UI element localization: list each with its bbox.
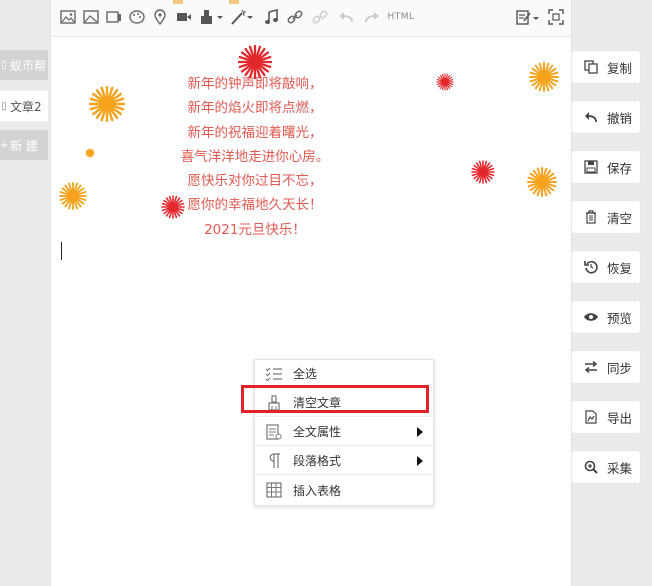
poem-line: 愿你的幸福地久天长！ (187, 197, 323, 214)
firework-icon (527, 167, 557, 197)
firework-icon (89, 86, 125, 122)
plus-icon: + (0, 139, 9, 151)
table-icon (264, 481, 284, 499)
export-label: 导出 (607, 410, 633, 426)
html-label: HTML (387, 12, 415, 22)
collect-button[interactable]: 采集 (572, 451, 640, 483)
clear-button[interactable]: 清空 (572, 201, 640, 233)
toolbar-tab-marker (173, 0, 183, 4)
copy-icon (583, 59, 599, 75)
poem-line: 新年的祝福迎着曙光， (187, 124, 323, 141)
music-icon[interactable] (263, 8, 279, 26)
poem-line: 2021元旦快乐！ (204, 221, 306, 238)
redo-icon[interactable] (363, 8, 381, 26)
submenu-arrow-icon (417, 427, 423, 437)
context-menu: 全选 清空文章 全文属性 段落格式 插入表格 (254, 359, 434, 506)
firework-icon (471, 160, 495, 184)
copy-button[interactable]: 复制 (572, 51, 640, 83)
magic-wand-icon[interactable] (229, 8, 255, 26)
firework-icon (529, 62, 559, 92)
left-tab-label: 新 建 (10, 138, 38, 153)
menu-item-document-properties[interactable]: 全文属性 (255, 418, 433, 446)
document-properties-icon (264, 423, 284, 441)
left-tab-label: 文章2 (10, 99, 42, 114)
undo-label: 撤销 (607, 110, 633, 126)
save-icon (583, 159, 599, 175)
undo-icon[interactable] (337, 8, 355, 26)
export-button[interactable]: 导出 (572, 401, 640, 433)
left-tab-label: 蚁币帮 (10, 58, 47, 73)
left-tab-yibibang[interactable]: ▯ 蚁币帮 (0, 50, 48, 80)
restore-button[interactable]: 恢复 (572, 251, 640, 283)
paragraph-icon (264, 452, 284, 470)
preview-label: 预览 (607, 310, 633, 326)
poem-line: 愿快乐对你过目不忘， (187, 173, 323, 190)
menu-item-paragraph-format[interactable]: 段落格式 (255, 447, 433, 475)
menu-item-select-all[interactable]: 全选 (255, 360, 433, 388)
eye-icon (583, 309, 599, 325)
toolbar-tab-marker (229, 0, 239, 4)
save-label: 保存 (607, 160, 633, 176)
sync-button[interactable]: 同步 (572, 351, 640, 383)
doc-icon: ▯ (1, 59, 7, 71)
fullscreen-icon[interactable] (547, 8, 565, 26)
trash-icon (583, 209, 599, 225)
firework-icon (85, 148, 95, 158)
video-icon[interactable] (175, 8, 193, 26)
select-all-icon (264, 365, 284, 383)
menu-item-label: 插入表格 (293, 483, 342, 498)
image-icon[interactable] (59, 8, 77, 26)
collect-label: 采集 (607, 460, 633, 476)
save-button[interactable]: 保存 (572, 151, 640, 183)
unlink-icon[interactable] (311, 8, 329, 26)
firework-icon (161, 195, 185, 219)
firework-icon (238, 45, 272, 79)
gallery-icon[interactable] (105, 8, 123, 26)
html-button[interactable]: HTML (387, 8, 415, 26)
zoom-in-icon (583, 459, 599, 475)
sync-icon (583, 359, 599, 375)
clear-label: 清空 (607, 210, 633, 226)
menu-item-label: 全选 (293, 367, 318, 381)
firework-icon (436, 73, 454, 91)
palette-icon[interactable] (128, 8, 146, 26)
text-cursor (61, 242, 62, 260)
poem-line: 喜气洋洋地走进你心房。 (180, 148, 330, 165)
map-pin-icon[interactable] (151, 8, 169, 26)
submenu-arrow-icon (417, 456, 423, 466)
restore-icon (583, 259, 599, 275)
menu-item-label: 段落格式 (293, 454, 342, 468)
picture-icon[interactable] (82, 8, 100, 26)
sync-label: 同步 (607, 360, 633, 376)
editor-toolbar: HTML (51, 0, 571, 37)
export-icon (583, 409, 599, 425)
copy-label: 复制 (607, 60, 633, 76)
left-tab-article2[interactable]: ▯ 文章2 (0, 91, 48, 121)
format-brush-icon[interactable] (199, 8, 225, 26)
restore-label: 恢复 (607, 260, 633, 276)
menu-item-insert-table[interactable]: 插入表格 (255, 476, 433, 504)
undo-icon (583, 109, 599, 125)
doc-icon: ▯ (1, 100, 7, 112)
highlight-box (241, 385, 429, 413)
undo-button[interactable]: 撤销 (572, 101, 640, 133)
link-icon[interactable] (286, 8, 304, 26)
preview-button[interactable]: 预览 (572, 301, 640, 333)
edit-icon[interactable] (515, 8, 541, 26)
menu-item-label: 全文属性 (293, 425, 342, 439)
firework-icon (59, 182, 87, 210)
left-tab-new[interactable]: + 新 建 (0, 130, 48, 160)
